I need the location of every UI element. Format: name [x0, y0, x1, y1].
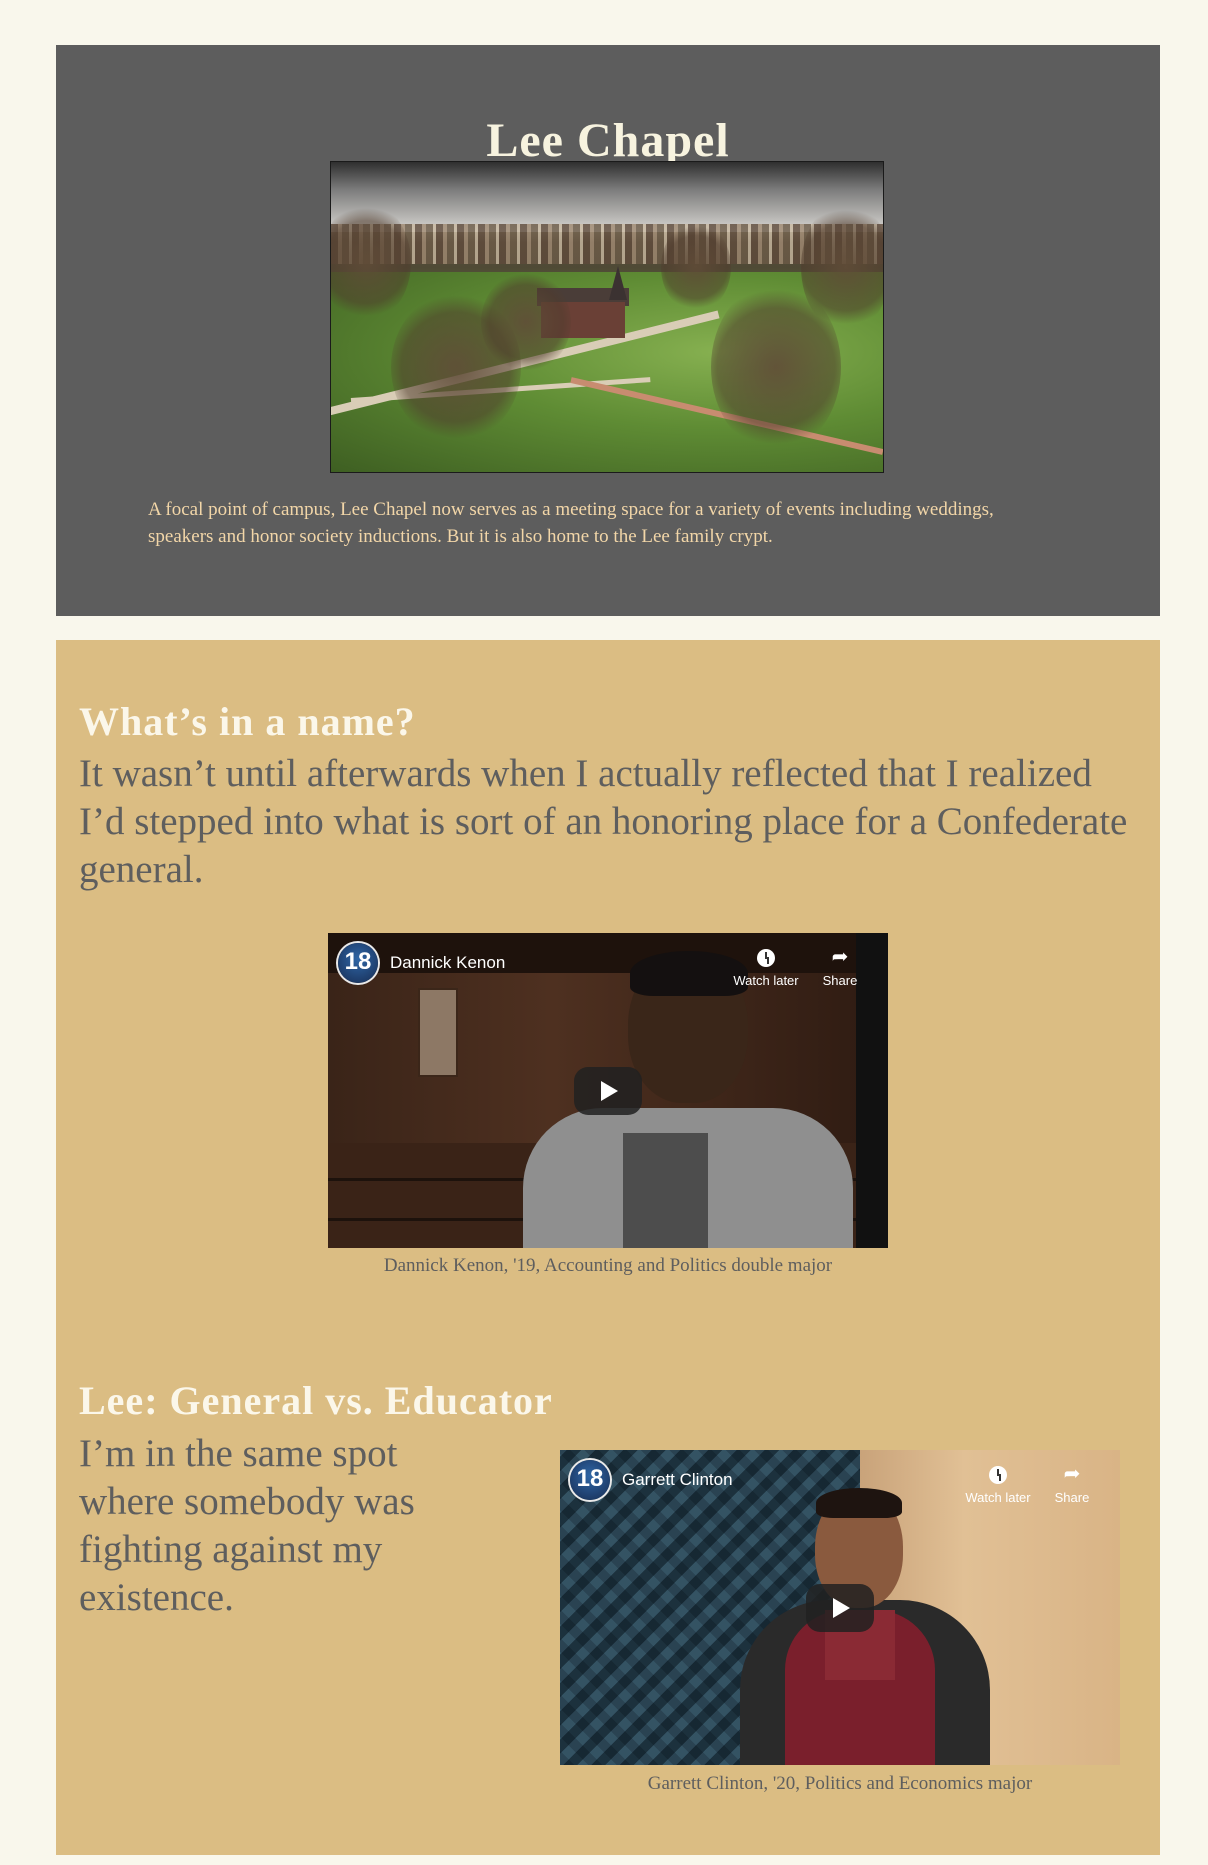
video-title[interactable]: Garrett Clinton	[622, 1470, 733, 1490]
chapel-intro-panel: Lee Chapel A focal point of campus, Lee …	[56, 45, 1160, 616]
lee-chapel-aerial-image	[330, 161, 884, 473]
channel-logo[interactable]: 18	[338, 943, 378, 983]
video-title[interactable]: Dannick Kenon	[390, 953, 505, 973]
quote-garrett: I’m in the same spot where somebody was …	[79, 1432, 415, 1619]
video-caption-garrett: Garrett Clinton, '20, Politics and Econo…	[647, 1773, 1033, 1794]
video-player-garrett[interactable]: 18 Garrett Clinton Watch later ➦ Share	[560, 1450, 1120, 1765]
video-caption-dannick: Dannick Kenon, '19, Accounting and Polit…	[383, 1255, 833, 1276]
watch-later-button[interactable]: Watch later	[958, 1460, 1038, 1505]
quote-dannick: It wasn’t until afterwards when I actual…	[79, 752, 1128, 891]
share-button[interactable]: ➦ Share	[1032, 1460, 1112, 1505]
chapel-description: A focal point of campus, Lee Chapel now …	[148, 499, 994, 547]
share-button[interactable]: ➦ Share	[800, 943, 880, 988]
play-button[interactable]	[806, 1584, 874, 1632]
watch-later-button[interactable]: Watch later	[726, 943, 806, 988]
video-player-dannick[interactable]: 18 Dannick Kenon Watch later ➦ Share	[328, 933, 888, 1248]
clock-icon	[989, 1466, 1007, 1484]
student-perspectives-panel: What’s in a name? It wasn’t until afterw…	[56, 640, 1160, 1855]
clock-icon	[757, 949, 775, 967]
share-arrow-icon: ➦	[831, 946, 849, 968]
page-title: Lee Chapel	[486, 114, 730, 167]
channel-logo[interactable]: 18	[570, 1460, 610, 1500]
section-heading-general-vs-educator: Lee: General vs. Educator	[79, 1378, 553, 1423]
play-button[interactable]	[574, 1067, 642, 1115]
share-arrow-icon: ➦	[1063, 1463, 1081, 1485]
section-heading-name: What’s in a name?	[79, 699, 416, 744]
